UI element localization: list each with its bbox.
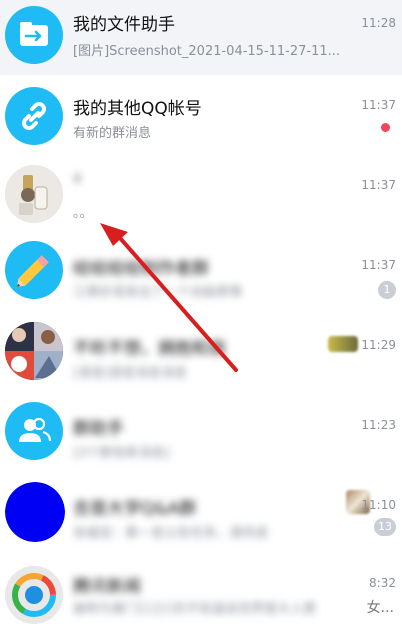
chat-title: 绘绘绘绘制作者群 [73,259,209,279]
chat-time: 11:28 [361,16,396,30]
chat-preview-tail: 女... [366,600,394,616]
avatar [5,566,63,624]
tencent-news-icon [5,566,63,624]
avatar [5,241,63,299]
chat-row-pencil-group[interactable]: 绘绘绘绘制作者群 江莱妙语发出了一个动画表情 11:37 1 [0,238,402,316]
chat-preview: 江莱妙语发出了一个动画表情 [73,285,243,300]
chat-row-other-accounts[interactable]: 我的其他QQ帐号 有新的群消息 11:37 [0,80,402,155]
chat-time: 11:37 [361,98,396,112]
chat-time: 11:37 [361,258,396,272]
chat-preview: 张福宝：第一发公告任务，请完成 [73,526,269,541]
chat-row-tencent-news[interactable]: 腾讯新闻 被称为第门口之C的不知道说世界是大人更 8:32 女... [0,558,402,635]
chat-row-file-assistant[interactable]: 我的文件助手 [图片]Screenshot_2021-04-15-11-27-1… [0,0,402,75]
chat-title: 群助手 [73,419,124,439]
avatar [5,402,63,460]
chat-time: 8:32 [369,576,396,590]
group-photo-avatar [5,322,63,380]
avatar [5,165,63,223]
chat-preview: [3个群有新消息] [73,446,170,461]
chat-time: 11:23 [361,418,396,432]
chat-title: 吉首大学Q&A群 [73,499,197,519]
avatar [5,6,63,64]
group-assistant-icon [19,417,52,442]
chat-title: 我的其他QQ帐号 [73,99,202,119]
status-sticker [328,336,358,352]
avatar [5,322,63,380]
chat-row-qa-group[interactable]: 吉首大学Q&A群 张福宝：第一发公告任务，请完成 11:10 13 [0,478,402,558]
blue-circle-avatar [5,482,65,542]
pencil-icon [17,255,49,287]
unread-badge: 13 [374,518,396,536]
chat-title: 我的文件助手 [73,15,175,35]
chat-preview: 有新的群消息 [73,126,152,141]
chat-title: 不听不想，拥抱和我 [73,339,226,359]
chat-preview: [图片]Screenshot_2021-04-15-11-27-11... [73,44,341,59]
chat-row-contact[interactable]: 4 。。 11:37 [0,158,402,236]
file-transfer-icon [20,22,48,46]
chat-title: 4 [73,172,82,187]
chat-title: 腾讯新闻 [73,577,141,597]
photo-avatar [5,165,63,223]
chat-row-group-assistant[interactable]: 群助手 [3个群有新消息] 11:23 [0,398,402,476]
chat-time: 11:29 [361,338,396,352]
link-icon [22,102,46,130]
chat-preview: 。。 [73,206,93,221]
chat-time: 11:37 [361,178,396,192]
chat-preview: [语音]语音消息消息 [73,366,188,381]
unread-badge: 1 [378,281,396,299]
chat-row-photo-group[interactable]: 不听不想，拥抱和我 [语音]语音消息消息 11:29 [0,318,402,396]
chat-preview: 被称为第门口之C的不知道说世界是大人更 [73,602,317,617]
chat-time: 11:10 [361,498,396,512]
avatar [5,482,65,542]
avatar [5,87,63,145]
unread-dot [381,123,390,132]
